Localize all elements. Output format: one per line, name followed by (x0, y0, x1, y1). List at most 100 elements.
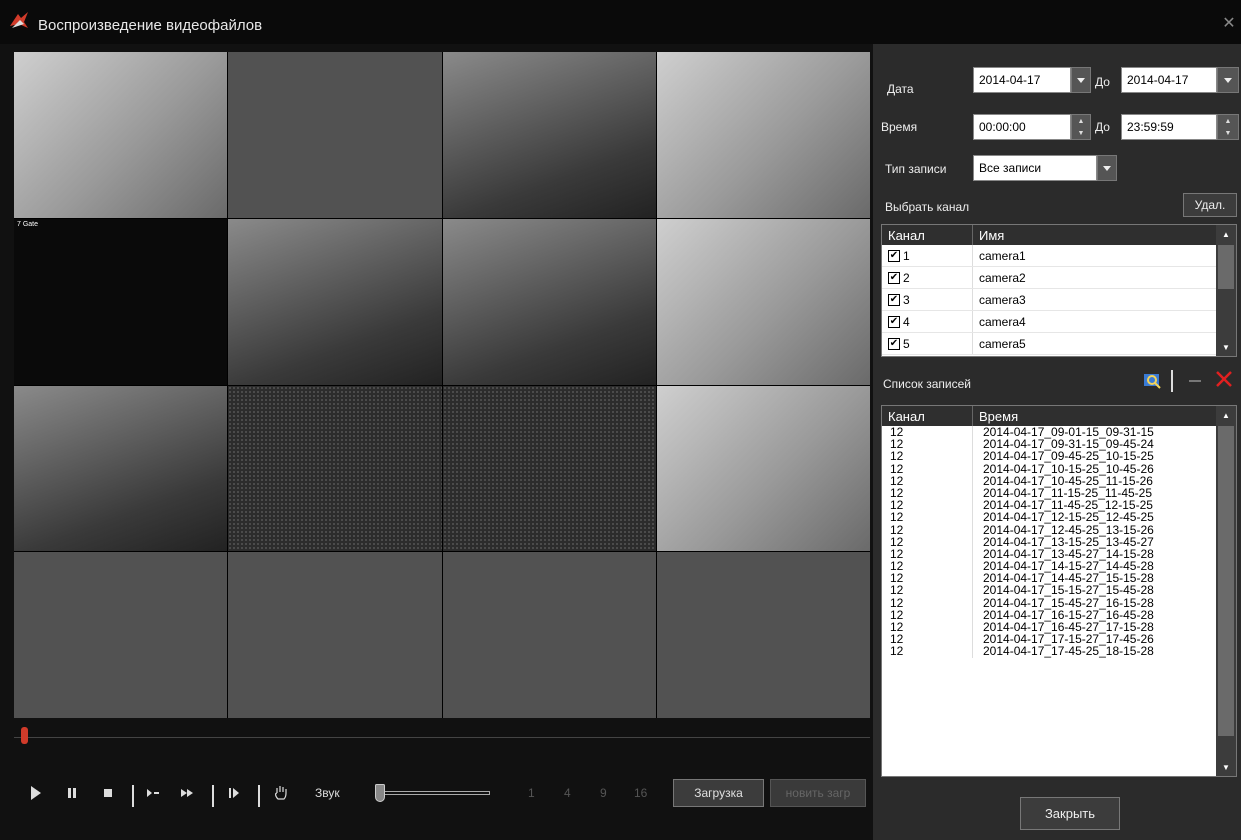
channel-cell: ✔ 5 (882, 333, 973, 354)
delete-button[interactable]: Удал. (1183, 193, 1237, 217)
download-button[interactable]: Загрузка (673, 779, 764, 807)
record-channel: 12 (882, 597, 973, 609)
camera-feed (14, 385, 228, 552)
camera-feed (656, 218, 870, 385)
spin-down-icon[interactable]: ▼ (1218, 127, 1238, 139)
record-row[interactable]: 12 2014-04-17_15-15-27_15-45-28 (882, 584, 1236, 597)
records-title: Список записей (883, 377, 972, 391)
video-cell[interactable] (228, 218, 442, 385)
remove-records-icon[interactable] (1215, 370, 1233, 390)
scroll-up-icon[interactable]: ▲ (1216, 225, 1236, 243)
stop-download-button[interactable]: новить загр (770, 779, 866, 807)
spin-up-icon[interactable]: ▲ (1218, 115, 1238, 127)
stop-icon[interactable] (100, 773, 116, 813)
spin-down-icon[interactable]: ▼ (1072, 127, 1090, 139)
slow-forward-icon[interactable] (144, 773, 162, 813)
video-cell[interactable] (14, 385, 228, 552)
date-from-dropdown-icon[interactable] (1071, 67, 1091, 93)
video-cell[interactable] (442, 552, 656, 718)
time-from-spinner[interactable]: ▲ ▼ (1071, 114, 1091, 140)
record-row[interactable]: 12 2014-04-17_15-45-27_16-15-28 (882, 597, 1236, 609)
record-type-dropdown-icon[interactable] (1097, 155, 1117, 181)
record-row[interactable]: 12 2014-04-17_09-45-25_10-15-25 (882, 450, 1236, 463)
scroll-down-icon[interactable]: ▼ (1216, 338, 1236, 356)
volume-knob[interactable] (375, 784, 385, 802)
time-to-spinner[interactable]: ▲ ▼ (1217, 114, 1239, 140)
channel-name: camera5 (979, 336, 1026, 351)
channel-checkbox[interactable]: ✔ (888, 271, 900, 284)
record-time: 2014-04-17_12-45-25_13-15-26 (983, 522, 1154, 537)
sound-label: Звук (315, 786, 340, 800)
timeline-thumb[interactable] (21, 727, 28, 744)
close-button[interactable]: Закрыть (1020, 797, 1120, 830)
channel-checkbox[interactable]: ✔ (888, 337, 900, 350)
video-cell[interactable] (442, 218, 656, 385)
pause-icon[interactable] (64, 773, 80, 813)
camera-feed (656, 52, 870, 218)
channel-cell: ✔ 1 (882, 245, 973, 266)
channel-checkbox[interactable]: ✔ (888, 249, 900, 262)
record-type-select[interactable]: Все записи (973, 155, 1097, 181)
channel-name: camera3 (979, 292, 1026, 307)
channel-name: camera2 (979, 270, 1026, 285)
video-cell[interactable]: 7 Gate (14, 218, 228, 385)
pan-hand-icon[interactable] (270, 773, 292, 813)
separator (1171, 370, 1173, 392)
channel-row[interactable]: ✔ 4 camera4 (882, 311, 1236, 333)
channel-row[interactable]: ✔ 5 camera5 (882, 333, 1236, 355)
date-from-field[interactable]: 2014-04-17 (973, 67, 1071, 93)
video-area: 7 Gate Звук 1 4 9 16 Загрузка новить заг… (0, 44, 873, 840)
record-row[interactable]: 12 2014-04-17_17-45-25_18-15-28 (882, 645, 1236, 658)
record-row[interactable]: 12 2014-04-17_12-15-25_12-45-25 (882, 511, 1236, 524)
volume-rail (381, 791, 490, 795)
video-cell[interactable] (442, 52, 656, 218)
spin-up-icon[interactable]: ▲ (1072, 115, 1090, 127)
date-to-dropdown-icon[interactable] (1217, 67, 1239, 93)
close-icon[interactable]: ✕ (1221, 16, 1237, 32)
channel-scrollbar[interactable]: ▲ ▼ (1216, 225, 1236, 356)
video-cell[interactable] (14, 552, 228, 718)
scroll-thumb[interactable] (1218, 426, 1234, 736)
channel-checkbox[interactable]: ✔ (888, 293, 900, 306)
camera-feed (442, 218, 656, 385)
video-cell[interactable] (656, 52, 870, 218)
video-cell[interactable] (442, 385, 656, 552)
record-row[interactable]: 12 2014-04-17_10-15-25_10-45-26 (882, 462, 1236, 475)
column-header-name[interactable]: Имя (973, 225, 1004, 245)
records-scrollbar[interactable]: ▲ ▼ (1216, 406, 1236, 776)
split-1-button[interactable]: 1 (528, 786, 535, 800)
channel-row[interactable]: ✔ 3 camera3 (882, 289, 1236, 311)
channel-number: 2 (903, 270, 910, 285)
search-records-icon[interactable] (1143, 371, 1163, 391)
date-to-field[interactable]: 2014-04-17 (1121, 67, 1217, 93)
volume-slider[interactable] (375, 781, 490, 805)
video-cell[interactable] (14, 52, 228, 218)
video-cell[interactable] (656, 552, 870, 718)
step-frame-icon[interactable] (226, 773, 242, 813)
video-cell[interactable] (656, 385, 870, 552)
minus-icon[interactable] (1189, 380, 1201, 382)
channel-row[interactable]: ✔ 1 camera1 (882, 245, 1236, 267)
time-to-field[interactable]: 23:59:59 (1121, 114, 1217, 140)
play-icon[interactable] (28, 773, 44, 813)
channel-checkbox[interactable]: ✔ (888, 315, 900, 328)
record-row[interactable]: 12 2014-04-17_12-45-25_13-15-26 (882, 522, 1236, 537)
split-4-button[interactable]: 4 (564, 786, 571, 800)
record-channel: 12 (882, 511, 973, 524)
scroll-down-icon[interactable]: ▼ (1216, 758, 1236, 776)
fast-forward-icon[interactable] (178, 773, 196, 813)
video-cell[interactable] (656, 218, 870, 385)
video-cell[interactable] (228, 385, 442, 552)
column-header-time[interactable]: Время (973, 406, 1018, 426)
video-cell[interactable] (228, 52, 442, 218)
video-cell[interactable] (228, 552, 442, 718)
column-header-channel[interactable]: Канал (882, 225, 973, 245)
time-from-field[interactable]: 00:00:00 (973, 114, 1071, 140)
scroll-thumb[interactable] (1218, 245, 1234, 289)
playback-timeline[interactable] (14, 727, 870, 744)
split-16-button[interactable]: 16 (634, 786, 647, 800)
channel-row[interactable]: ✔ 2 camera2 (882, 267, 1236, 289)
column-header-channel[interactable]: Канал (882, 406, 973, 426)
split-9-button[interactable]: 9 (600, 786, 607, 800)
scroll-up-icon[interactable]: ▲ (1216, 406, 1236, 424)
